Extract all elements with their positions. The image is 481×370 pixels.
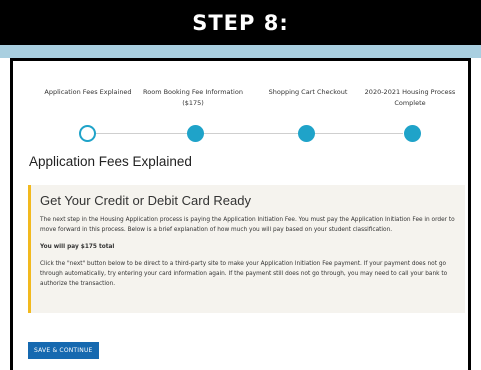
step-indicator-3 bbox=[298, 125, 315, 142]
save-continue-button[interactable]: SAVE & CONTINUE bbox=[28, 342, 99, 359]
step-indicator-2 bbox=[187, 125, 204, 142]
info-paragraph-total: You will pay $175 total bbox=[40, 244, 115, 250]
info-paragraph-instructions: Click the "next" button below to be dire… bbox=[40, 261, 448, 287]
stepper-track bbox=[88, 133, 403, 134]
banner-title: STEP 8: bbox=[192, 10, 289, 35]
page-title: Application Fees Explained bbox=[29, 154, 192, 169]
step-label-application-fees: Application Fees Explained bbox=[44, 88, 132, 96]
step-label-housing-complete: 2020-2021 Housing Process Complete bbox=[364, 88, 456, 107]
screenshot-frame: Application Fees Explained Room Booking … bbox=[10, 58, 471, 370]
step-label-shopping-cart: Shopping Cart Checkout bbox=[268, 88, 348, 96]
stepper-labels: Application Fees Explained Room Booking … bbox=[13, 87, 468, 117]
info-heading: Get Your Credit or Debit Card Ready bbox=[40, 193, 251, 208]
banner-accent-bar bbox=[0, 45, 481, 58]
step-indicator-current bbox=[79, 125, 96, 142]
info-paragraph-fee-explanation: The next step in the Housing Application… bbox=[40, 217, 455, 233]
step-label-room-booking-fee: Room Booking Fee Information ($175) bbox=[143, 88, 243, 107]
payment-info-box: Get Your Credit or Debit Card Ready The … bbox=[28, 185, 465, 313]
step-indicator-4 bbox=[404, 125, 421, 142]
step-banner: STEP 8: bbox=[0, 0, 481, 45]
housing-application-screen: Application Fees Explained Room Booking … bbox=[13, 61, 468, 370]
